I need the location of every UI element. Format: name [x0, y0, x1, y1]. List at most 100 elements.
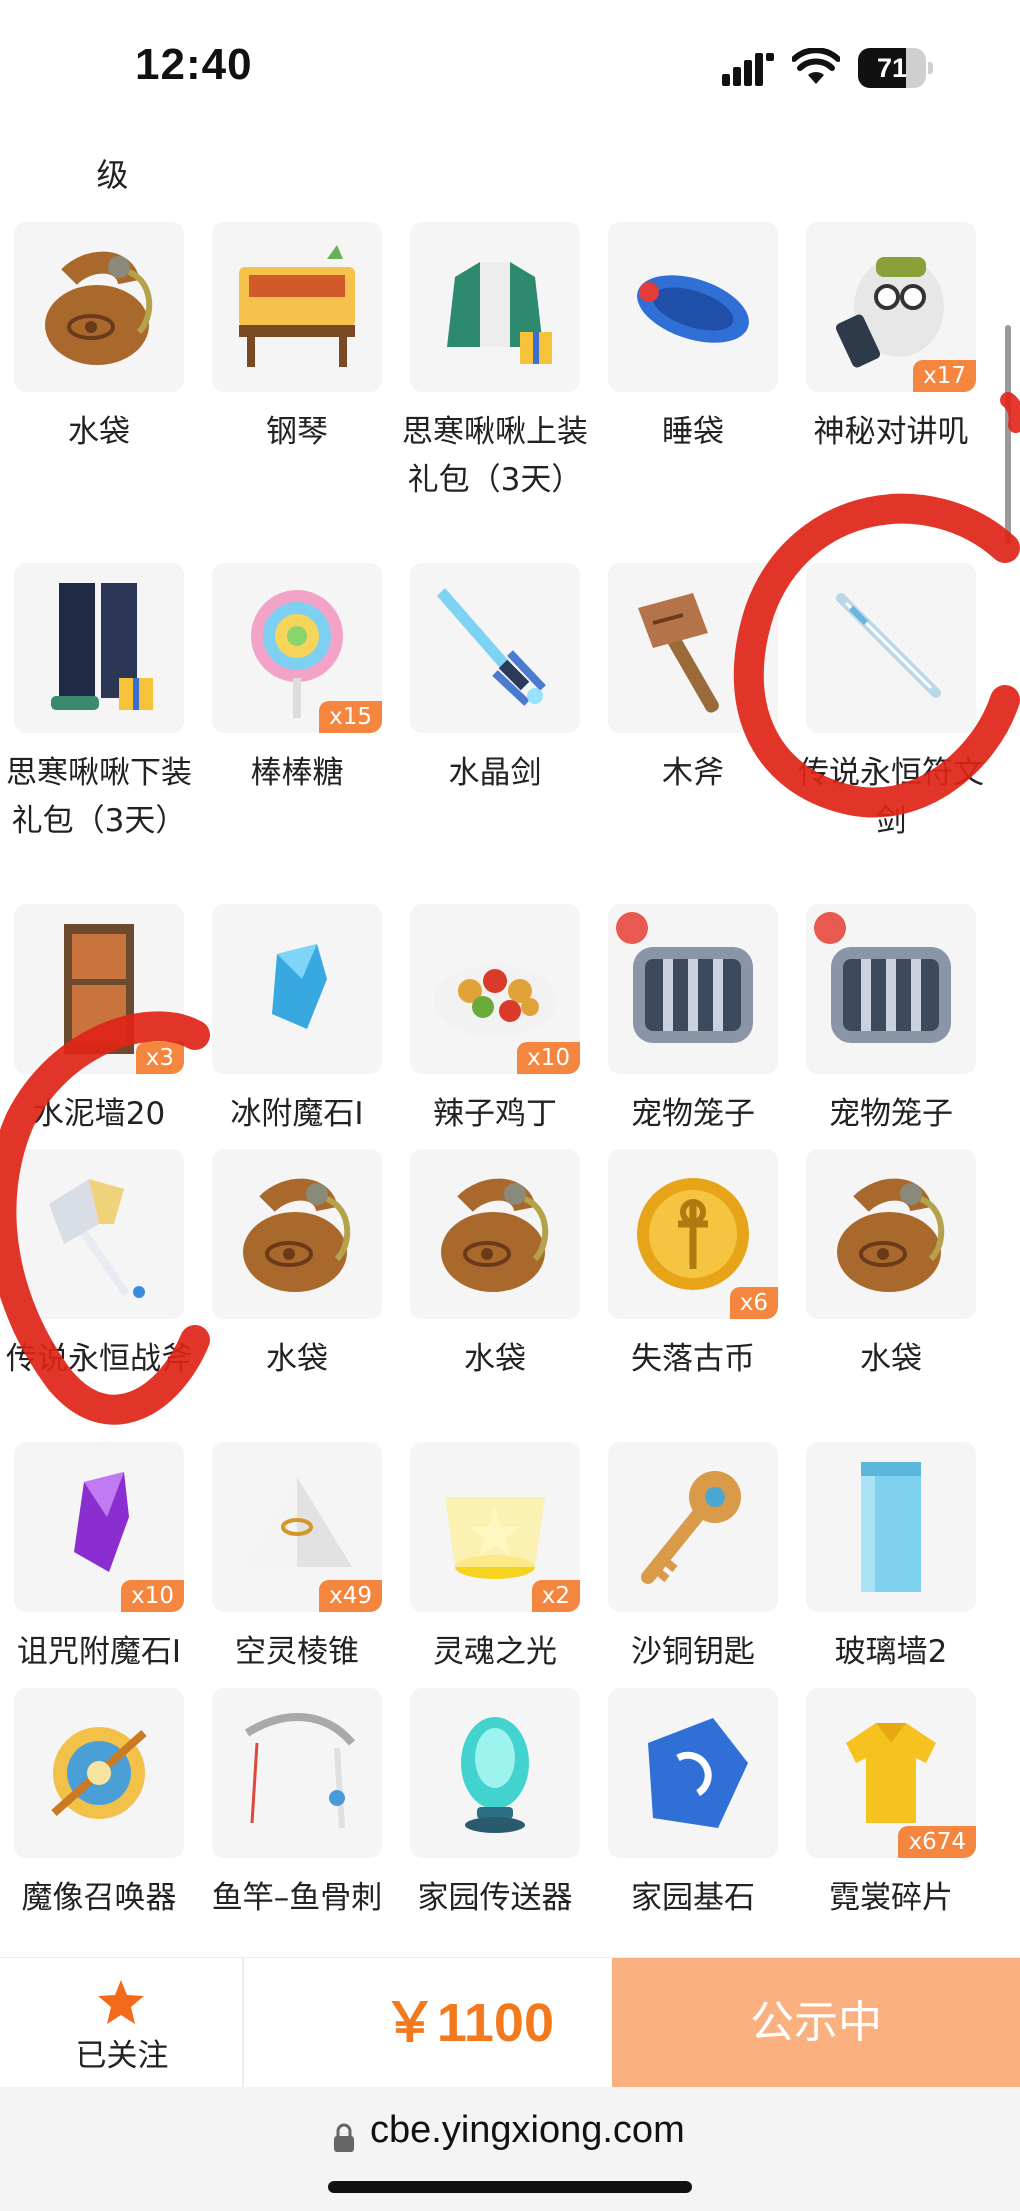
paw-icon	[814, 912, 846, 944]
url-text: cbe.yingxiong.com	[370, 2109, 685, 2151]
water-bag-icon	[441, 1178, 549, 1292]
scrollbar[interactable]	[1005, 325, 1011, 545]
home-indicator	[328, 2181, 692, 2193]
quantity-badge: x674	[898, 1826, 976, 1858]
item-thumbnail	[14, 222, 184, 392]
pyramid-icon	[242, 1477, 352, 1567]
pet-cage-icon	[831, 947, 951, 1043]
item-label: 玻璃墙2	[834, 1634, 948, 1670]
item-thumbnail: x17	[806, 222, 976, 392]
item-thumbnail: x3	[14, 904, 184, 1074]
cement-wall-icon	[64, 924, 134, 1054]
clothing-shard-icon	[846, 1723, 936, 1823]
paw-icon	[616, 912, 648, 944]
item-label: 鱼竿–鱼骨刺	[211, 1880, 383, 1916]
item-label: 水泥墙20	[32, 1096, 166, 1132]
item-label: 思寒啾啾下装礼包（3天）	[6, 755, 192, 839]
home-stone-icon	[648, 1718, 748, 1828]
follow-label: 已关注	[75, 2038, 169, 2074]
quantity-badge: x10	[517, 1042, 580, 1074]
item-thumbnail: x49	[212, 1442, 382, 1612]
quantity-badge: x6	[729, 1287, 778, 1319]
wooden-axe-icon	[638, 593, 719, 713]
item-thumbnail	[14, 1149, 184, 1319]
item-thumbnail: x15	[212, 563, 382, 733]
soul-light-icon	[445, 1497, 545, 1579]
item-thumbnail: x10	[14, 1442, 184, 1612]
item-label: 冰附魔石I	[230, 1096, 364, 1132]
item-label: 家园传送器	[417, 1880, 573, 1916]
item-thumbnail: x10	[410, 904, 580, 1074]
item-thumbnail	[410, 1149, 580, 1319]
ice-enchant-stone-icon	[272, 944, 327, 1029]
item-label: 灵魂之光	[433, 1634, 557, 1670]
item-label: 失落古币	[631, 1341, 755, 1377]
item-thumbnail: x2	[410, 1442, 580, 1612]
wifi-icon	[792, 48, 840, 84]
golem-summoner-icon	[51, 1727, 147, 1819]
quantity-badge: x2	[531, 1580, 580, 1612]
crystal-sword-icon	[437, 588, 546, 706]
item-label: 宠物笼子	[631, 1096, 755, 1132]
item-thumbnail	[608, 904, 778, 1074]
item-label: 水袋	[68, 414, 130, 450]
curse-enchant-stone-icon	[74, 1472, 129, 1572]
outfit-top-gift-icon	[447, 262, 552, 364]
item-label: 空灵棱锥	[235, 1634, 359, 1670]
item-thumbnail	[608, 1688, 778, 1858]
price: ￥1100	[382, 1993, 554, 2053]
item-thumbnail	[212, 1149, 382, 1319]
rune-sword-icon	[836, 593, 941, 698]
item-thumbnail	[410, 222, 580, 392]
battery-level: 71	[876, 53, 908, 83]
walkie-talkie-icon	[835, 257, 944, 368]
item-label: 棒棒糖	[250, 755, 344, 791]
clock: 12:40	[135, 40, 253, 89]
item-label: 霓裳碎片	[829, 1880, 953, 1916]
item-label: 传说永恒符文剑	[798, 755, 984, 839]
cellular-signal-icon	[722, 53, 774, 86]
item-thumbnail	[14, 563, 184, 733]
teleporter-icon	[461, 1717, 529, 1833]
item-label: 诅咒附魔石I	[16, 1634, 182, 1670]
pet-cage-icon	[633, 947, 753, 1043]
quantity-badge: x3	[135, 1042, 184, 1074]
battle-axe-icon	[49, 1179, 145, 1298]
star-icon	[98, 1980, 144, 2024]
water-bag-icon	[837, 1178, 945, 1292]
outfit-bottom-gift-icon	[51, 583, 153, 710]
item-thumbnail	[806, 1442, 976, 1612]
water-bag-icon	[243, 1178, 351, 1292]
item-thumbnail	[608, 563, 778, 733]
item-label: 睡袋	[662, 414, 724, 450]
public-notice-button[interactable]: 公示中	[612, 1958, 1020, 2088]
item-thumbnail	[806, 563, 976, 733]
bronze-key-icon	[641, 1471, 741, 1584]
item-label: 神秘对讲叽	[813, 414, 969, 450]
browser-url-bar[interactable]: cbe.yingxiong.com	[0, 2087, 1020, 2211]
fishing-rod-icon	[244, 1713, 356, 1829]
follow-button[interactable]: 已关注	[0, 1958, 244, 2088]
item-label: 水袋	[860, 1341, 922, 1377]
battery-icon: 71	[858, 48, 933, 88]
item-label: 水袋	[464, 1341, 526, 1377]
quantity-badge: x17	[913, 360, 976, 392]
item-label: 水晶剑	[448, 755, 542, 791]
item-thumbnail	[212, 1688, 382, 1858]
item-label: 家园基石	[631, 1880, 755, 1916]
quantity-badge: x49	[319, 1580, 382, 1612]
lollipop-icon	[251, 590, 343, 718]
status-bar: 12:40 71	[0, 0, 1020, 130]
water-bag-icon	[45, 251, 153, 365]
glass-wall-icon	[861, 1462, 921, 1592]
previous-row-label: 级	[96, 156, 129, 194]
spicy-chicken-icon	[433, 965, 557, 1037]
item-label: 木斧	[662, 755, 724, 791]
item-label: 沙铜钥匙	[631, 1634, 755, 1670]
item-thumbnail	[608, 1442, 778, 1612]
piano-icon	[239, 245, 355, 367]
item-label: 钢琴	[266, 414, 328, 450]
quantity-badge: x10	[121, 1580, 184, 1612]
ancient-coin-icon	[637, 1178, 749, 1290]
item-thumbnail: x6	[608, 1149, 778, 1319]
